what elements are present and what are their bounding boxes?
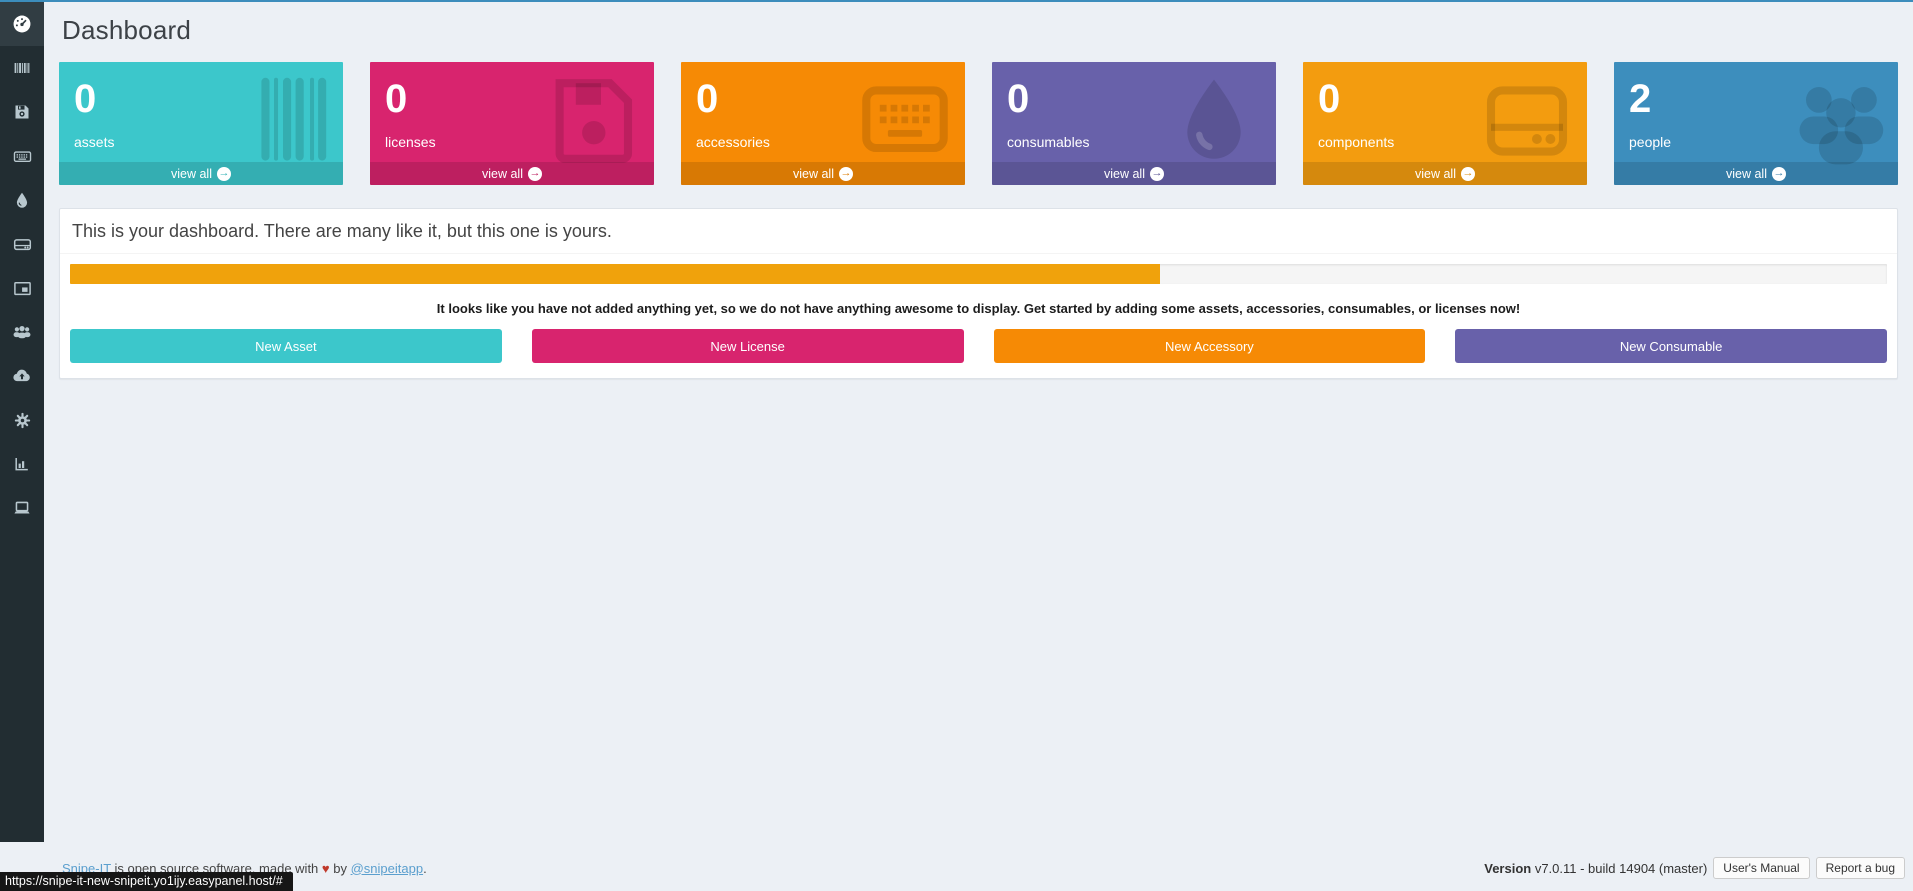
page-footer: Snipe-IT is open source software, made w… [62, 857, 1905, 879]
new-license-button[interactable]: New License [532, 329, 964, 363]
sidebar-item-accessories[interactable] [0, 134, 44, 178]
floppy-disk-icon [13, 103, 31, 121]
image-icon [13, 279, 32, 298]
arrow-circle-right-icon: → [1150, 167, 1164, 181]
arrow-circle-right-icon: → [1461, 167, 1475, 181]
keyboard-icon [857, 76, 953, 166]
stat-card-accessories[interactable]: 0 accessories view all → [681, 62, 965, 185]
getting-started-progress-bar [70, 264, 1887, 284]
new-asset-button[interactable]: New Asset [70, 329, 502, 363]
barcode-icon [235, 76, 331, 166]
arrow-circle-right-icon: → [1772, 167, 1786, 181]
page-title: Dashboard [44, 2, 1913, 46]
laptop-icon [12, 498, 32, 518]
version-value: v7.0.11 - build 14904 (master) [1531, 861, 1707, 876]
sidebar-item-people[interactable] [0, 310, 44, 354]
panel-header-text: This is your dashboard. There are many l… [60, 209, 1897, 254]
footer-text: by [330, 861, 351, 876]
bar-chart-icon [13, 455, 31, 473]
stat-card-licenses[interactable]: 0 licenses view all → [370, 62, 654, 185]
getting-started-message: It looks like you have not added anythin… [70, 301, 1887, 316]
view-all-label: view all [1726, 167, 1767, 181]
report-bug-button[interactable]: Report a bug [1816, 857, 1905, 879]
barcode-icon [13, 59, 31, 77]
heart-icon: ♥ [322, 861, 330, 876]
stat-cards-row: 0 assets view all → 0 licenses view all [59, 62, 1898, 185]
sidebar [0, 0, 44, 842]
sidebar-item-consumables[interactable] [0, 178, 44, 222]
hdd-icon [13, 235, 32, 254]
sidebar-item-dashboard[interactable] [0, 2, 44, 46]
stat-card-people[interactable]: 2 people view all → [1614, 62, 1898, 185]
quick-action-buttons: New Asset New License New Accessory New … [70, 329, 1887, 368]
view-all-label: view all [793, 167, 834, 181]
users-icon [1790, 76, 1886, 166]
version-label: Version [1484, 861, 1531, 876]
tachometer-icon [12, 14, 32, 34]
consumables-view-all-link[interactable]: view all → [992, 162, 1276, 185]
accessories-view-all-link[interactable]: view all → [681, 162, 965, 185]
sidebar-item-assets[interactable] [0, 46, 44, 90]
licenses-view-all-link[interactable]: view all → [370, 162, 654, 185]
sidebar-item-requestable[interactable] [0, 486, 44, 530]
footer-text: . [423, 861, 427, 876]
browser-status-tooltip: https://snipe-it-new-snipeit.yo1ijy.easy… [0, 872, 293, 891]
main-content: Dashboard 0 assets view all → 0 licenses [44, 2, 1913, 379]
components-view-all-link[interactable]: view all → [1303, 162, 1587, 185]
progress-bar-fill [70, 264, 1160, 284]
droplet-icon [1168, 76, 1264, 166]
sidebar-item-settings[interactable] [0, 398, 44, 442]
dashboard-intro-panel: This is your dashboard. There are many l… [59, 208, 1898, 379]
stat-card-assets[interactable]: 0 assets view all → [59, 62, 343, 185]
people-view-all-link[interactable]: view all → [1614, 162, 1898, 185]
arrow-circle-right-icon: → [839, 167, 853, 181]
sidebar-item-licenses[interactable] [0, 90, 44, 134]
view-all-label: view all [1415, 167, 1456, 181]
droplet-icon [13, 191, 31, 209]
sidebar-item-components[interactable] [0, 222, 44, 266]
gear-icon [13, 411, 32, 430]
users-manual-button[interactable]: User's Manual [1713, 857, 1809, 879]
assets-view-all-link[interactable]: view all → [59, 162, 343, 185]
users-icon [12, 322, 32, 342]
sidebar-item-reports[interactable] [0, 442, 44, 486]
keyboard-icon [13, 147, 32, 166]
cloud-upload-icon [12, 366, 32, 386]
view-all-label: view all [482, 167, 523, 181]
hdd-icon [1479, 76, 1575, 166]
sidebar-item-kits[interactable] [0, 266, 44, 310]
new-accessory-button[interactable]: New Accessory [994, 329, 1426, 363]
arrow-circle-right-icon: → [217, 167, 231, 181]
footer-version-area: Version v7.0.11 - build 14904 (master) U… [1484, 857, 1905, 879]
view-all-label: view all [1104, 167, 1145, 181]
snipeitapp-link[interactable]: @snipeitapp [351, 861, 423, 876]
arrow-circle-right-icon: → [528, 167, 542, 181]
floppy-disk-icon [546, 76, 642, 166]
stat-card-components[interactable]: 0 components view all → [1303, 62, 1587, 185]
sidebar-item-import[interactable] [0, 354, 44, 398]
version-text: Version v7.0.11 - build 14904 (master) [1484, 861, 1707, 876]
panel-body: It looks like you have not added anythin… [60, 254, 1897, 378]
stat-card-consumables[interactable]: 0 consumables view all → [992, 62, 1276, 185]
new-consumable-button[interactable]: New Consumable [1455, 329, 1887, 363]
top-accent-line [0, 0, 1913, 2]
view-all-label: view all [171, 167, 212, 181]
